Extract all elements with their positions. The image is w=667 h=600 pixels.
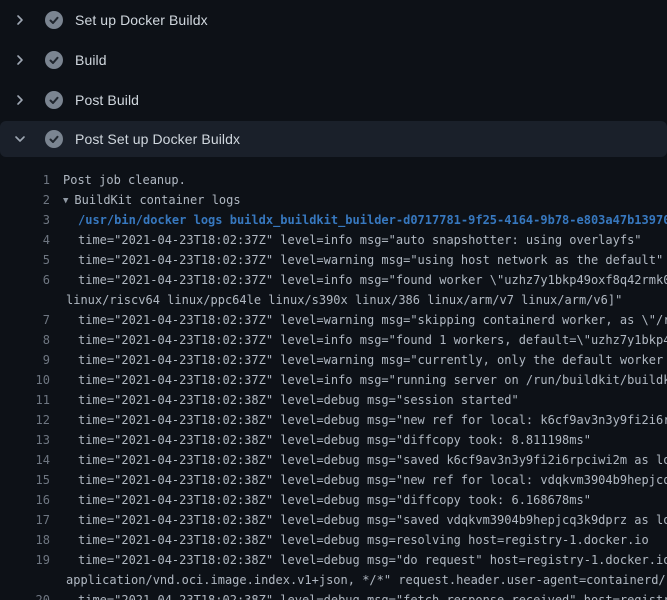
line-text: time="2021-04-23T18:02:37Z" level=info m…: [50, 330, 667, 350]
line-number[interactable]: 14: [0, 450, 50, 470]
chevron-right-icon: [12, 92, 28, 108]
line-number[interactable]: 11: [0, 390, 50, 410]
line-text: time="2021-04-23T18:02:38Z" level=debug …: [50, 510, 667, 530]
log-group-toggle[interactable]: 2 ▼BuildKit container logs: [0, 190, 667, 210]
log-line: 18 time="2021-04-23T18:02:38Z" level=deb…: [0, 530, 667, 550]
step-row-set-up-docker-buildx[interactable]: Set up Docker Buildx: [0, 0, 667, 40]
log-line: 7 time="2021-04-23T18:02:37Z" level=warn…: [0, 310, 667, 330]
chevron-right-icon: [12, 52, 28, 68]
line-number[interactable]: 9: [0, 350, 50, 370]
line-text: time="2021-04-23T18:02:37Z" level=warnin…: [50, 310, 667, 330]
log-line: 9 time="2021-04-23T18:02:37Z" level=warn…: [0, 350, 667, 370]
line-number[interactable]: 19: [0, 550, 50, 570]
log-line-continuation: linux/riscv64 linux/ppc64le linux/s390x …: [0, 290, 667, 310]
step-success-check-icon: [45, 91, 63, 109]
line-text: time="2021-04-23T18:02:37Z" level=warnin…: [50, 250, 663, 270]
log-line: 16 time="2021-04-23T18:02:38Z" level=deb…: [0, 490, 667, 510]
line-number[interactable]: 6: [0, 270, 50, 290]
step-success-check-icon: [45, 11, 63, 29]
log-line: 1 Post job cleanup.: [0, 170, 667, 190]
line-number[interactable]: 20: [0, 590, 50, 600]
group-expanded-triangle-icon: ▼: [63, 191, 68, 210]
step-row-build[interactable]: Build: [0, 40, 667, 80]
step-label: Set up Docker Buildx: [75, 12, 208, 28]
step-label: Build: [75, 52, 107, 68]
log-line: 12 time="2021-04-23T18:02:38Z" level=deb…: [0, 410, 667, 430]
chevron-down-icon: [12, 131, 28, 147]
line-text: time="2021-04-23T18:02:38Z" level=debug …: [50, 490, 591, 510]
line-number[interactable]: 12: [0, 410, 50, 430]
line-number[interactable]: 5: [0, 250, 50, 270]
log-line-continuation: application/vnd.oci.image.index.v1+json,…: [0, 570, 667, 590]
log-line: 4 time="2021-04-23T18:02:37Z" level=info…: [0, 230, 667, 250]
log-line: 20 time="2021-04-23T18:02:38Z" level=deb…: [0, 590, 667, 600]
step-row-post-build[interactable]: Post Build: [0, 80, 667, 120]
log-line: 17 time="2021-04-23T18:02:38Z" level=deb…: [0, 510, 667, 530]
log-line: 10 time="2021-04-23T18:02:37Z" level=inf…: [0, 370, 667, 390]
line-number[interactable]: 8: [0, 330, 50, 350]
line-number[interactable]: 15: [0, 470, 50, 490]
log-line: 3 /usr/bin/docker logs buildx_buildkit_b…: [0, 210, 667, 230]
line-number[interactable]: 7: [0, 310, 50, 330]
log-line: 6 time="2021-04-23T18:02:37Z" level=info…: [0, 270, 667, 290]
line-number[interactable]: 16: [0, 490, 50, 510]
log-line: 19 time="2021-04-23T18:02:38Z" level=deb…: [0, 550, 667, 570]
line-text: time="2021-04-23T18:02:37Z" level=warnin…: [50, 350, 667, 370]
log-line: 5 time="2021-04-23T18:02:37Z" level=warn…: [0, 250, 667, 270]
line-text: time="2021-04-23T18:02:37Z" level=info m…: [50, 230, 642, 250]
line-text: time="2021-04-23T18:02:37Z" level=info m…: [50, 370, 667, 390]
log-line: 15 time="2021-04-23T18:02:38Z" level=deb…: [0, 470, 667, 490]
line-text: time="2021-04-23T18:02:38Z" level=debug …: [50, 450, 667, 470]
line-number[interactable]: 18: [0, 530, 50, 550]
step-row-post-set-up-docker-buildx[interactable]: Post Set up Docker Buildx: [0, 121, 667, 157]
line-text: time="2021-04-23T18:02:38Z" level=debug …: [50, 550, 667, 570]
line-text: time="2021-04-23T18:02:38Z" level=debug …: [50, 390, 519, 410]
log-line: 11 time="2021-04-23T18:02:38Z" level=deb…: [0, 390, 667, 410]
line-number[interactable]: 10: [0, 370, 50, 390]
log-line: 8 time="2021-04-23T18:02:37Z" level=info…: [0, 330, 667, 350]
log-lines: 1 Post job cleanup. 2 ▼BuildKit containe…: [0, 157, 667, 600]
line-text: /usr/bin/docker logs buildx_buildkit_bui…: [50, 210, 667, 230]
line-number[interactable]: 4: [0, 230, 50, 250]
line-number[interactable]: 2: [0, 190, 50, 210]
line-number[interactable]: 3: [0, 210, 50, 230]
line-number[interactable]: 1: [0, 170, 50, 190]
line-text: time="2021-04-23T18:02:38Z" level=debug …: [50, 430, 591, 450]
line-text: time="2021-04-23T18:02:38Z" level=debug …: [50, 470, 667, 490]
steps-list: Set up Docker Buildx Build Post Build Po…: [0, 0, 667, 157]
step-label: Post Build: [75, 92, 139, 108]
line-text: ▼BuildKit container logs: [50, 190, 241, 210]
line-text: Post job cleanup.: [50, 170, 186, 190]
line-text: time="2021-04-23T18:02:38Z" level=debug …: [50, 530, 649, 550]
log-line: 14 time="2021-04-23T18:02:38Z" level=deb…: [0, 450, 667, 470]
step-label: Post Set up Docker Buildx: [75, 131, 240, 147]
line-text: time="2021-04-23T18:02:38Z" level=debug …: [50, 410, 667, 430]
line-text: time="2021-04-23T18:02:38Z" level=debug …: [50, 590, 667, 600]
step-success-check-icon: [45, 130, 63, 148]
line-number[interactable]: 17: [0, 510, 50, 530]
line-number[interactable]: 13: [0, 430, 50, 450]
chevron-right-icon: [12, 12, 28, 28]
line-text: time="2021-04-23T18:02:37Z" level=info m…: [50, 270, 667, 290]
step-success-check-icon: [45, 51, 63, 69]
log-line: 13 time="2021-04-23T18:02:38Z" level=deb…: [0, 430, 667, 450]
